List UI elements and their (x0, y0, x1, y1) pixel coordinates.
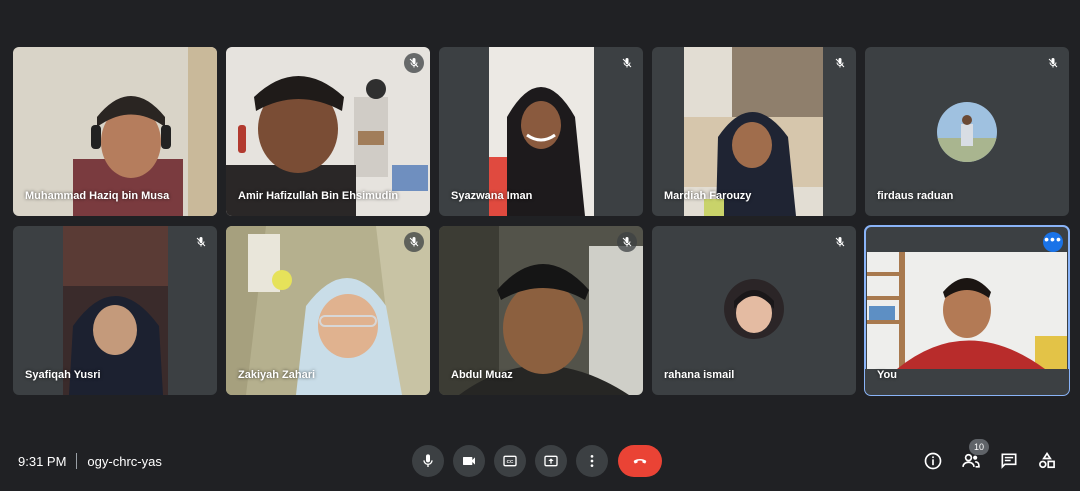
muted-indicator (1043, 53, 1063, 73)
muted-indicator (617, 232, 637, 252)
present-screen-icon (544, 455, 558, 467)
participant-name: Muhammad Haziq bin Musa (25, 190, 170, 202)
end-call-button[interactable] (618, 445, 662, 477)
participant-name: rahana ismail (664, 369, 735, 381)
participant-name: Syazwana Iman (451, 190, 533, 202)
muted-indicator (404, 53, 424, 73)
captions-button[interactable]: CC (494, 445, 526, 477)
mic-off-icon (409, 237, 419, 247)
mic-off-icon (409, 58, 419, 68)
divider (76, 453, 78, 469)
muted-indicator (830, 53, 850, 73)
more-options-icon[interactable]: ••• (1043, 232, 1063, 252)
mic-off-icon (835, 237, 845, 247)
participant-tile[interactable]: Zakiyah Zahari (226, 226, 430, 395)
camera-button[interactable] (453, 445, 485, 477)
participant-name: Abdul Muaz (451, 369, 513, 381)
info-icon (924, 452, 942, 470)
chat-icon (1001, 453, 1017, 469)
more-options-icon (590, 455, 594, 467)
camera-icon (463, 457, 475, 465)
people-button[interactable]: 10 (959, 439, 989, 473)
participant-tile[interactable]: rahana ismail (652, 226, 856, 395)
more-options-button[interactable] (576, 445, 608, 477)
captions-icon: CC (503, 455, 517, 467)
self-view-tile[interactable]: ••• You (864, 225, 1070, 396)
mic-off-icon (622, 58, 632, 68)
participant-name: Zakiyah Zahari (238, 369, 316, 381)
muted-indicator (830, 232, 850, 252)
chat-button[interactable] (997, 449, 1021, 473)
participant-tile[interactable]: Amir Hafizullah Bin Ehsimudin (226, 47, 430, 216)
mic-off-icon (835, 58, 845, 68)
microphone-icon (423, 454, 433, 467)
meeting-time: 9:31 PM (18, 453, 67, 469)
meeting-stage: Muhammad Haziq bin Musa Amir Hafizullah … (0, 0, 1080, 491)
participant-name: Amir Hafizullah Bin Ehsimudin (238, 190, 399, 202)
participant-avatar (937, 102, 997, 162)
participant-avatar (724, 279, 784, 339)
participant-tile[interactable]: firdaus raduan (865, 47, 1069, 216)
participant-tile[interactable]: Syafiqah Yusri (13, 226, 217, 395)
participant-count-badge: 10 (969, 439, 989, 455)
muted-indicator (191, 232, 211, 252)
activities-button[interactable] (1035, 449, 1059, 473)
microphone-button[interactable] (412, 445, 444, 477)
end-call-icon (633, 459, 647, 464)
meeting-details-button[interactable] (921, 449, 945, 473)
participant-name: Mardiah Farouzy (664, 190, 752, 202)
participant-name: You (877, 369, 897, 381)
mic-off-icon (196, 237, 206, 247)
muted-indicator (404, 232, 424, 252)
present-screen-button[interactable] (535, 445, 567, 477)
participant-tile[interactable]: Abdul Muaz (439, 226, 643, 395)
meeting-code: ogy-chrc-yas (87, 453, 162, 469)
bottom-toolbar: 9:31 PM ogy-chrc-yas CC 10 (0, 432, 1080, 491)
activities-icon (1039, 451, 1055, 469)
participant-tile[interactable]: Syazwana Iman (439, 47, 643, 216)
participant-name: Syafiqah Yusri (25, 369, 101, 381)
mic-off-icon (622, 237, 632, 247)
muted-indicator (617, 53, 637, 73)
svg-text:CC: CC (507, 459, 514, 464)
mic-off-icon (1048, 58, 1058, 68)
participant-tile[interactable]: Muhammad Haziq bin Musa (13, 47, 217, 216)
participant-name: firdaus raduan (877, 190, 954, 202)
self-video (867, 252, 1067, 369)
meeting-info: 9:31 PM ogy-chrc-yas (18, 453, 162, 469)
participant-tile[interactable]: Mardiah Farouzy (652, 47, 856, 216)
